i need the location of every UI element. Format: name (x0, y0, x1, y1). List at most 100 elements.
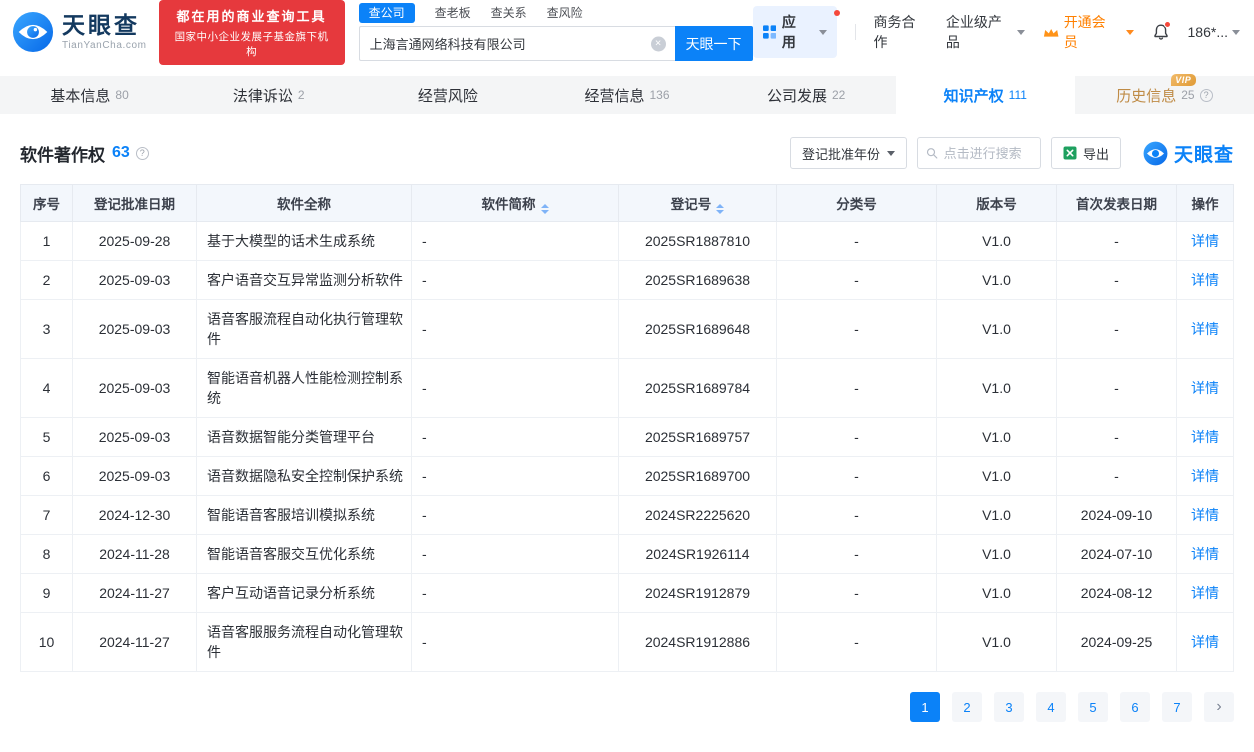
class-number: - (777, 574, 937, 613)
crown-icon (1043, 26, 1059, 39)
tab-5[interactable]: 公司发展22 (717, 76, 896, 114)
detail-link[interactable]: 详情 (1191, 429, 1219, 445)
sort-icon[interactable] (541, 204, 549, 214)
table-row: 82024-11-28智能语音客服交互优化系统-2024SR1926114-V1… (21, 535, 1234, 574)
page-button-4[interactable]: 4 (1036, 692, 1066, 722)
tab-1[interactable]: 基本信息80 (0, 76, 179, 114)
sort-icon[interactable] (716, 204, 724, 214)
action-cell: 详情 (1177, 222, 1234, 261)
software-short-name: - (412, 261, 619, 300)
enterprise-label: 企业级产品 (946, 12, 1014, 52)
detail-link[interactable]: 详情 (1191, 233, 1219, 249)
page-button-5[interactable]: 5 (1078, 692, 1108, 722)
class-number: - (777, 418, 937, 457)
chevron-down-icon (887, 151, 895, 156)
search-tab-2[interactable]: 查老板 (435, 4, 471, 22)
chevron-down-icon (1017, 30, 1025, 35)
tab-label: 法律诉讼 (233, 85, 293, 106)
detail-link[interactable]: 详情 (1191, 507, 1219, 523)
slogan-line2: 国家中小企业发展子基金旗下机构 (171, 29, 333, 59)
search-tab-1[interactable]: 查公司 (359, 3, 415, 23)
tab-label: 经营风险 (418, 85, 478, 106)
row-index: 6 (21, 457, 73, 496)
page-button-7[interactable]: 7 (1162, 692, 1192, 722)
next-page-button[interactable]: › (1204, 692, 1234, 722)
page-button-3[interactable]: 3 (994, 692, 1024, 722)
col-header-9: 操作 (1177, 185, 1234, 222)
brand-name: 天眼查 (62, 13, 147, 38)
table-row: 42025-09-03智能语音机器人性能检测控制系统-2025SR1689784… (21, 359, 1234, 418)
export-label: 导出 (1083, 144, 1109, 163)
tab-4[interactable]: 经营信息136 (537, 76, 716, 114)
table-search-box[interactable] (917, 137, 1041, 169)
tab-count: 111 (1009, 88, 1027, 102)
col-header-2: 登记批准日期 (73, 185, 197, 222)
row-index: 4 (21, 359, 73, 418)
col-header-label: 分类号 (836, 197, 877, 212)
vip-label: 开通会员 (1064, 12, 1118, 52)
nav-business-cooperation[interactable]: 商务合作 (874, 12, 928, 52)
col-header-label: 软件全称 (277, 197, 331, 212)
search-tab-4[interactable]: 查风险 (547, 4, 583, 22)
table-search-input[interactable] (944, 146, 1032, 161)
apps-button[interactable]: 应用 (753, 6, 837, 58)
page-button-2[interactable]: 2 (952, 692, 982, 722)
detail-link[interactable]: 详情 (1191, 272, 1219, 288)
col-header-4[interactable]: 软件简称 (412, 185, 619, 222)
detail-link[interactable]: 详情 (1191, 380, 1219, 396)
version: V1.0 (937, 418, 1057, 457)
action-cell: 详情 (1177, 261, 1234, 300)
logo-text: 天眼查 TianYanCha.com (62, 13, 147, 50)
reg-date: 2025-09-03 (73, 457, 197, 496)
help-icon[interactable]: ? (136, 147, 149, 160)
col-header-1: 序号 (21, 185, 73, 222)
col-header-label: 版本号 (976, 197, 1017, 212)
user-account[interactable]: 186*... (1188, 24, 1240, 40)
nav-enterprise-products[interactable]: 企业级产品 (946, 12, 1026, 52)
detail-link[interactable]: 详情 (1191, 634, 1219, 650)
reg-date: 2025-09-03 (73, 300, 197, 359)
tianyancha-logo[interactable]: 天眼查 TianYanCha.com (12, 11, 147, 53)
tab-3[interactable]: 经营风险 (358, 76, 537, 114)
bell-icon[interactable] (1152, 23, 1170, 41)
table-row: 52025-09-03语音数据智能分类管理平台-2025SR1689757-V1… (21, 418, 1234, 457)
tab-2[interactable]: 法律诉讼2 (179, 76, 358, 114)
clear-icon[interactable]: × (651, 36, 666, 51)
version: V1.0 (937, 613, 1057, 672)
eye-logo-icon (1143, 141, 1168, 166)
reg-date: 2025-09-03 (73, 359, 197, 418)
publish-date: 2024-09-10 (1057, 496, 1177, 535)
page-button-6[interactable]: 6 (1120, 692, 1150, 722)
slogan-line1: 都在用的商业查询工具 (171, 6, 333, 25)
software-short-name: - (412, 300, 619, 359)
detail-link[interactable]: 详情 (1191, 585, 1219, 601)
publish-date: 2024-09-25 (1057, 613, 1177, 672)
tab-label: 基本信息 (50, 85, 110, 106)
software-name: 语音数据隐私安全控制保护系统 (197, 457, 412, 496)
col-header-5[interactable]: 登记号 (619, 185, 777, 222)
reg-date: 2024-11-27 (73, 613, 197, 672)
section-header: 软件著作权 63 ? 登记批准年份 (20, 137, 1234, 169)
detail-link[interactable]: 详情 (1191, 321, 1219, 337)
nav-open-vip[interactable]: 开通会员 (1043, 12, 1133, 52)
detail-link[interactable]: 详情 (1191, 546, 1219, 562)
watermark-logo: 天眼查 (1143, 140, 1234, 167)
page-button-1[interactable]: 1 (910, 692, 940, 722)
publish-date: - (1057, 261, 1177, 300)
version: V1.0 (937, 574, 1057, 613)
search-button[interactable]: 天眼一下 (675, 26, 753, 61)
detail-link[interactable]: 详情 (1191, 468, 1219, 484)
tab-7[interactable]: 历史信息VIP25? (1075, 76, 1254, 114)
search-input-wrap: × (359, 26, 675, 61)
publish-date: - (1057, 457, 1177, 496)
search-tab-3[interactable]: 查关系 (491, 4, 527, 22)
software-short-name: - (412, 359, 619, 418)
brand-domain: TianYanCha.com (62, 40, 147, 51)
year-filter-dropdown[interactable]: 登记批准年份 (790, 137, 907, 169)
tab-6[interactable]: 知识产权111 (896, 76, 1075, 114)
reg-number: 2024SR1912886 (619, 613, 777, 672)
table-row: 62025-09-03语音数据隐私安全控制保护系统-2025SR1689700-… (21, 457, 1234, 496)
company-search-input[interactable] (359, 26, 675, 61)
export-button[interactable]: 导出 (1051, 137, 1121, 169)
main-content: 软件著作权 63 ? 登记批准年份 (0, 137, 1254, 722)
